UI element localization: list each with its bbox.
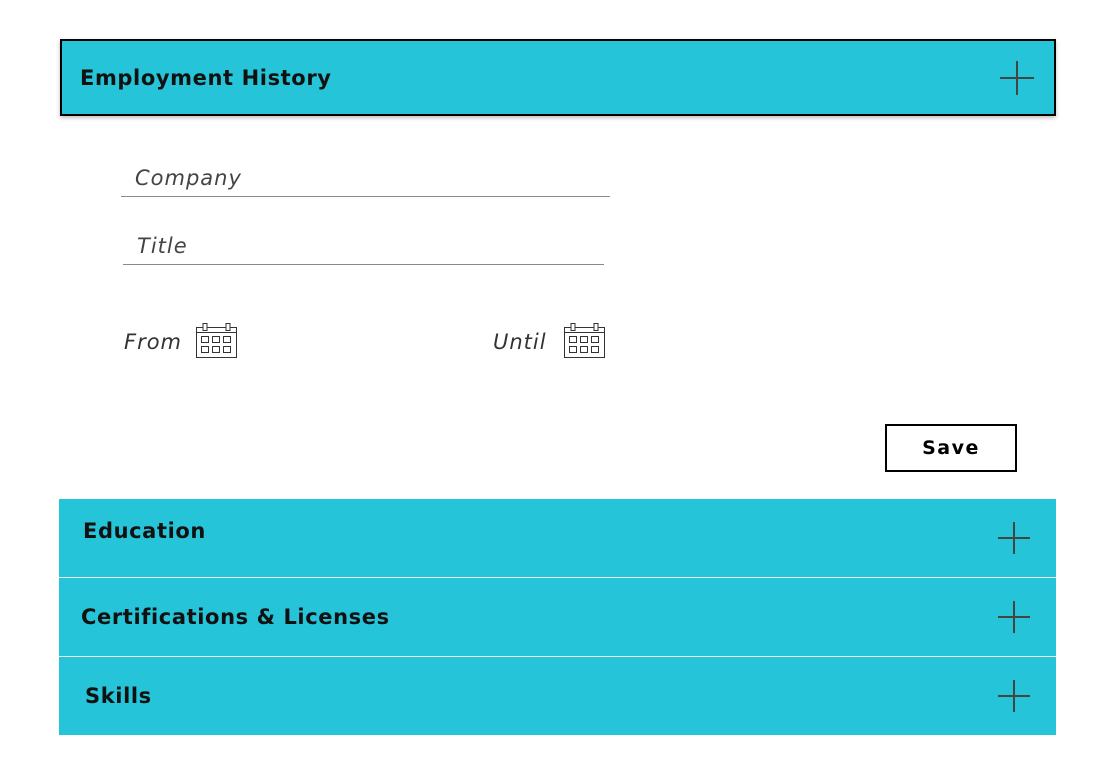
employment-history-header[interactable]: Employment History — [60, 39, 1056, 116]
from-calendar-icon[interactable] — [196, 323, 237, 358]
title-field[interactable] — [123, 227, 604, 265]
until-calendar-icon[interactable] — [564, 323, 605, 358]
from-label: From — [124, 330, 183, 354]
until-label: Until — [493, 330, 547, 354]
employment-history-title: Employment History — [80, 65, 332, 90]
certifications-header[interactable]: Certifications & Licenses — [59, 578, 1056, 656]
plus-icon[interactable] — [998, 522, 1030, 554]
company-input[interactable] — [121, 160, 610, 196]
plus-icon[interactable] — [998, 601, 1030, 633]
title-input[interactable] — [123, 227, 604, 264]
company-field[interactable] — [121, 160, 610, 197]
education-header[interactable]: Education — [59, 499, 1056, 577]
skills-header[interactable]: Skills — [59, 657, 1056, 735]
plus-icon[interactable] — [1000, 60, 1034, 95]
skills-title: Skills — [85, 684, 152, 708]
education-title: Education — [83, 519, 206, 543]
save-button[interactable]: Save — [885, 424, 1017, 472]
certifications-title: Certifications & Licenses — [81, 605, 390, 629]
resume-form-page: Employment History From Until — [0, 0, 1110, 780]
plus-icon[interactable] — [998, 680, 1030, 712]
